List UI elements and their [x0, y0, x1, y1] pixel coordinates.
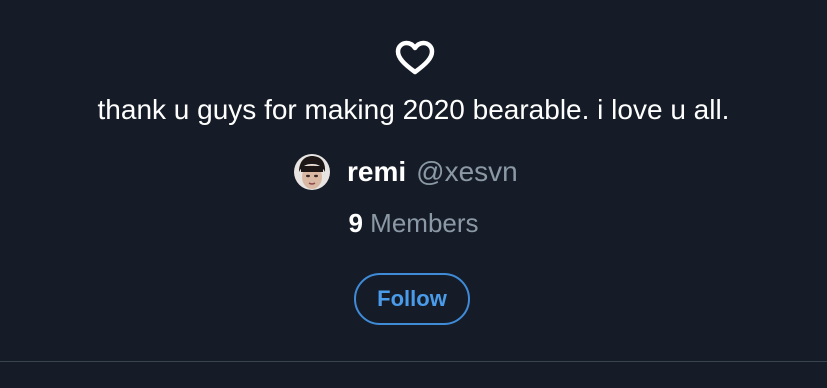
divider: [0, 361, 827, 362]
avatar[interactable]: [294, 154, 330, 190]
list-owner[interactable]: remi @xesvn: [294, 152, 518, 192]
owner-name[interactable]: remi: [347, 156, 406, 188]
members-label: Members: [370, 208, 479, 238]
members-link[interactable]: 9 Members: [0, 205, 827, 241]
heart-outline-icon: [395, 40, 435, 76]
list-header: thank u guys for making 2020 bearable. i…: [0, 0, 827, 361]
owner-handle[interactable]: @xesvn: [416, 156, 518, 188]
list-description: thank u guys for making 2020 bearable. i…: [97, 94, 730, 125]
members-count: 9: [348, 208, 363, 238]
follow-button[interactable]: Follow: [354, 273, 470, 325]
